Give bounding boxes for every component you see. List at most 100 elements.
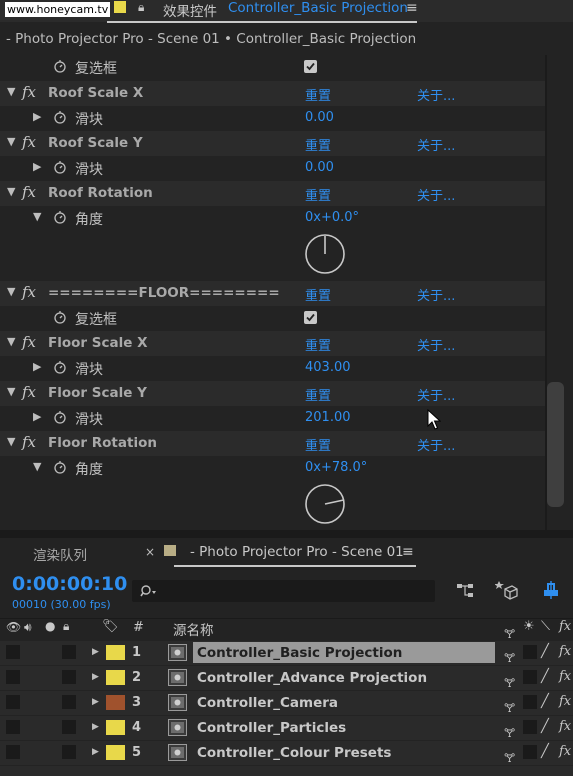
label-color[interactable]	[106, 695, 125, 710]
timecode-display[interactable]: 0:00:00:10	[12, 573, 127, 595]
visibility-toggle[interactable]	[6, 745, 20, 759]
collapse-triangle-icon[interactable]: ▼	[7, 185, 15, 198]
column-source-name[interactable]: 源名称	[173, 619, 214, 639]
collapse-triangle-icon[interactable]: ▼	[7, 135, 15, 148]
about-link[interactable]: 关于...	[417, 185, 455, 204]
layer-name[interactable]: Controller_Camera	[197, 695, 338, 711]
quality-switch-icon[interactable]: ╱	[541, 744, 549, 759]
reset-link[interactable]: 重置	[305, 185, 331, 204]
reset-link[interactable]: 重置	[305, 335, 331, 354]
table-row[interactable]: ▶ 2 Controller_Advance Projection 🝖 ╱ fx	[0, 666, 573, 690]
param-value[interactable]: 201.00	[305, 410, 351, 425]
quality-switch-icon[interactable]: ╱	[541, 644, 549, 659]
stopwatch-icon[interactable]	[53, 59, 67, 73]
angle-dial[interactable]	[304, 483, 346, 525]
collapse-triangle-icon[interactable]: ▼	[7, 385, 15, 398]
about-link[interactable]: 关于...	[417, 435, 455, 454]
effects-switch-icon[interactable]: fx	[559, 719, 571, 734]
expand-triangle-icon[interactable]: ▶	[92, 672, 99, 682]
fx-icon[interactable]: fx	[22, 83, 36, 101]
lock-toggle[interactable]	[62, 720, 76, 734]
collapse-switch[interactable]	[523, 695, 537, 709]
stopwatch-icon[interactable]	[53, 460, 67, 474]
visibility-toggle[interactable]	[6, 720, 20, 734]
audio-icon[interactable]: 🔊︎	[24, 620, 32, 635]
effect-row-roof-scale-y[interactable]: ▼ fx Roof Scale Y 重置 关于...	[0, 131, 545, 156]
layer-name[interactable]: Controller_Basic Projection	[197, 645, 402, 661]
close-icon[interactable]: ×	[145, 545, 155, 559]
fx-icon[interactable]: fx	[22, 133, 36, 151]
expand-triangle-icon[interactable]: ▶	[33, 160, 41, 173]
quality-switch-icon[interactable]: ╱	[541, 694, 549, 709]
lock-toggle[interactable]	[62, 670, 76, 684]
effect-row-floor-scale-x[interactable]: ▼ fx Floor Scale X 重置 关于...	[0, 331, 545, 356]
about-link[interactable]: 关于...	[417, 85, 455, 104]
comp-flowchart-icon[interactable]	[455, 581, 477, 601]
table-row[interactable]: ▶ 5 Controller_Colour Presets 🝖 ╱ fx	[0, 741, 573, 765]
collapse-triangle-icon[interactable]: ▼	[7, 85, 15, 98]
collapse-triangle-icon[interactable]: ▼	[7, 285, 15, 298]
tab-render-queue[interactable]: 渲染队列	[33, 544, 87, 564]
visibility-toggle[interactable]	[6, 645, 20, 659]
about-link[interactable]: 关于...	[417, 135, 455, 154]
about-link[interactable]: 关于...	[417, 285, 455, 304]
reset-link[interactable]: 重置	[305, 135, 331, 154]
param-value[interactable]: 0x+78.0°	[305, 460, 367, 475]
effects-switch-icon[interactable]: fx	[559, 744, 571, 759]
label-color[interactable]	[106, 670, 125, 685]
reset-link[interactable]: 重置	[305, 385, 331, 404]
table-row-partial[interactable]	[0, 766, 573, 776]
stopwatch-icon[interactable]	[53, 410, 67, 424]
fx-icon[interactable]: fx	[22, 333, 36, 351]
collapse-switch[interactable]	[523, 645, 537, 659]
solo-icon[interactable]: ●	[45, 619, 55, 633]
about-link[interactable]: 关于...	[417, 385, 455, 404]
fx-icon[interactable]: fx	[22, 183, 36, 201]
table-row[interactable]: ▶ 4 Controller_Particles 🝖 ╱ fx	[0, 716, 573, 740]
layer-name[interactable]: Controller_Particles	[197, 720, 346, 736]
label-color[interactable]	[106, 720, 125, 735]
expand-triangle-icon[interactable]: ▶	[92, 697, 99, 707]
tab-effect-controls[interactable]: 效果控件	[163, 0, 217, 20]
stopwatch-icon[interactable]	[53, 360, 67, 374]
visibility-toggle[interactable]	[6, 670, 20, 684]
expand-triangle-icon[interactable]: ▶	[92, 647, 99, 657]
collapse-triangle-icon[interactable]: ▼	[33, 210, 41, 223]
expand-triangle-icon[interactable]: ▶	[33, 410, 41, 423]
effects-switch-icon[interactable]: fx	[559, 694, 571, 709]
effect-row-floor-rotation[interactable]: ▼ fx Floor Rotation 重置 关于...	[0, 431, 545, 456]
expand-triangle-icon[interactable]: ▶	[33, 110, 41, 123]
draft-3d-icon[interactable]	[495, 579, 519, 601]
stopwatch-icon[interactable]	[53, 160, 67, 174]
lock-toggle[interactable]	[62, 695, 76, 709]
lock-toggle[interactable]	[62, 645, 76, 659]
layer-name[interactable]: Controller_Advance Projection	[197, 670, 427, 686]
about-link[interactable]: 关于...	[417, 335, 455, 354]
effect-row-roof-rotation[interactable]: ▼ fx Roof Rotation 重置 关于...	[0, 181, 545, 206]
collapse-switch[interactable]	[523, 745, 537, 759]
param-value[interactable]: 0.00	[305, 110, 334, 125]
quality-icon[interactable]: ⟍	[541, 619, 550, 634]
quality-switch-icon[interactable]: ╱	[541, 669, 549, 684]
effect-row-roof-scale-x[interactable]: ▼ fx Roof Scale X 重置 关于...	[0, 81, 545, 106]
lock-toggle[interactable]	[62, 745, 76, 759]
effect-row-floor-separator[interactable]: ▼ fx ========FLOOR======== 重置 关于...	[0, 281, 545, 306]
checkbox-checked[interactable]	[304, 311, 317, 324]
stopwatch-icon[interactable]	[53, 310, 67, 324]
effect-row-floor-scale-y[interactable]: ▼ fx Floor Scale Y 重置 关于...	[0, 381, 545, 406]
quality-switch-icon[interactable]: ╱	[541, 719, 549, 734]
eye-icon[interactable]: 👁︎	[6, 620, 21, 634]
vertical-scrollbar[interactable]	[547, 382, 564, 507]
collapse-switch[interactable]	[523, 670, 537, 684]
collapse-icon[interactable]: ☀	[523, 619, 535, 634]
collapse-triangle-icon[interactable]: ▼	[33, 460, 41, 473]
angle-dial[interactable]	[304, 233, 346, 275]
stopwatch-icon[interactable]	[53, 110, 67, 124]
effects-switch-icon[interactable]: fx	[559, 644, 571, 659]
param-value[interactable]: 0.00	[305, 160, 334, 175]
table-row[interactable]: ▶ 1 Controller_Basic Projection 🝖 ╱ fx	[0, 641, 573, 665]
expand-triangle-icon[interactable]: ▶	[33, 360, 41, 373]
effects-fx-icon[interactable]: fx	[559, 619, 571, 634]
expand-triangle-icon[interactable]: ▶	[92, 747, 99, 757]
lock-icon[interactable]: 🔒︎	[63, 619, 69, 634]
